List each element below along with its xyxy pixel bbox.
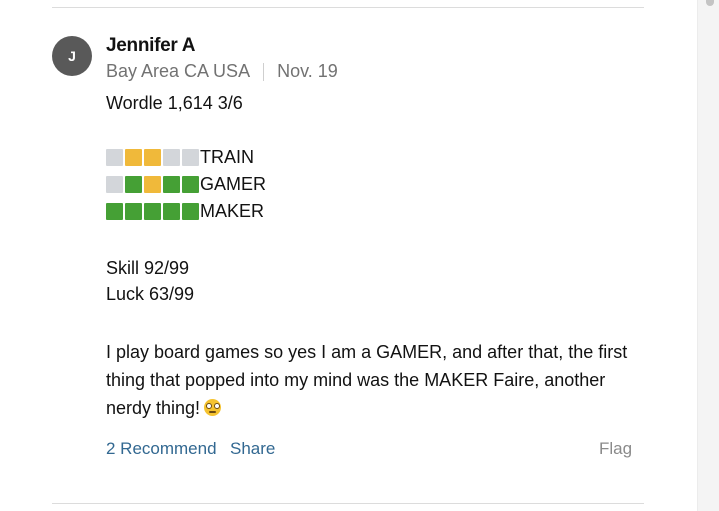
wordle-guess-word: GAMER <box>200 174 267 194</box>
gray-square-icon <box>106 148 123 166</box>
comment-paragraph: I play board games so yes I am a GAMER, … <box>106 338 646 422</box>
scrollbar-thumb[interactable] <box>706 0 714 6</box>
green-square-icon <box>163 175 180 193</box>
yellow-square-icon <box>125 148 142 166</box>
green-square-icon <box>125 175 142 193</box>
paragraph-line-text: nerdy thing! <box>106 398 201 418</box>
skill-line: Skill 92/99 <box>106 258 190 278</box>
green-square-icon <box>106 202 123 220</box>
green-square-icon <box>144 202 161 220</box>
comment-date: Nov. 19 <box>277 61 338 81</box>
paragraph-line: nerdy thing! <box>106 394 646 422</box>
green-square-icon <box>182 175 199 193</box>
recommend-button[interactable]: 2 Recommend <box>106 439 217 459</box>
green-square-icon <box>163 202 180 220</box>
comment-meta: Bay Area CA USA Nov. 19 <box>106 61 338 82</box>
author-name[interactable]: Jennifer A <box>106 35 196 57</box>
paragraph-line: thing that popped into my mind was the M… <box>106 370 606 390</box>
wordle-row: MAKER <box>106 202 264 220</box>
paragraph-line: I play board games so yes I am a GAMER, … <box>106 342 628 362</box>
gray-square-icon <box>106 175 123 193</box>
top-divider <box>52 7 644 8</box>
nerd-face-icon <box>204 399 222 416</box>
wordle-score-line: Wordle 1,614 3/6 <box>106 93 243 113</box>
wordle-guess-word: MAKER <box>200 201 265 221</box>
flag-button[interactable]: Flag <box>599 439 632 459</box>
avatar: J <box>52 36 92 76</box>
bottom-divider <box>52 503 644 504</box>
gray-square-icon <box>163 148 180 166</box>
gray-square-icon <box>182 148 199 166</box>
wordle-row: TRAIN <box>106 148 254 166</box>
author-location: Bay Area CA USA <box>106 61 251 81</box>
meta-separator <box>263 62 265 81</box>
share-button[interactable]: Share <box>230 439 275 459</box>
green-square-icon <box>182 202 199 220</box>
green-square-icon <box>125 202 142 220</box>
yellow-square-icon <box>144 175 161 193</box>
wordle-guess-word: TRAIN <box>200 147 254 167</box>
luck-line: Luck 63/99 <box>106 284 195 304</box>
yellow-square-icon <box>144 148 161 166</box>
wordle-row: GAMER <box>106 175 266 193</box>
scrollbar[interactable] <box>697 0 719 511</box>
